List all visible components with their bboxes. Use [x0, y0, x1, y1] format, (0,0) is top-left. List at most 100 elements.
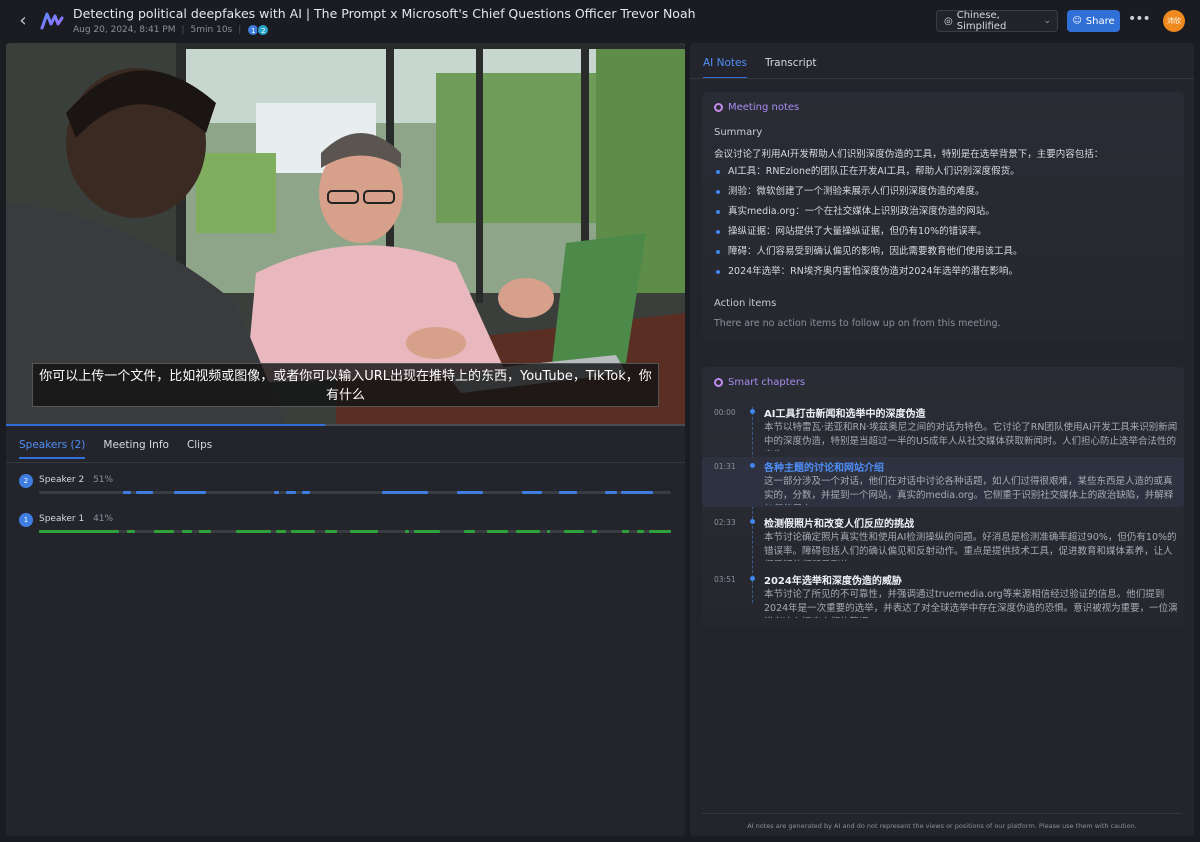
speaker-segment[interactable]: [564, 530, 584, 533]
back-arrow-icon[interactable]: ‹: [14, 11, 32, 31]
speaker-name: Speaker 1 41%: [39, 514, 113, 524]
speaker-segment[interactable]: [592, 530, 597, 533]
ai-disclaimer: AI notes are generated by AI and do not …: [747, 822, 1137, 830]
speaker-row[interactable]: 2 Speaker 2 51%: [19, 474, 674, 504]
speaker-segment[interactable]: [350, 530, 378, 533]
chapters-icon: [714, 378, 723, 387]
summary-title: Summary: [714, 127, 763, 138]
tabs-divider: [6, 462, 685, 463]
speaker-label: Speaker 1: [39, 514, 85, 524]
summary-intro: 会议讨论了利用AI开发帮助人们识别深度伪造的工具，特别是在选举背景下，主要内容包…: [714, 149, 1104, 160]
right-panel: AI Notes Transcript Meeting notes Summar…: [690, 43, 1194, 836]
chapter-description: 这一部分涉及一个对话，他们在对话中讨论各种话题，如人们过得很艰难，某些东西是人造…: [764, 476, 1174, 505]
video-subtitle: 你可以上传一个文件，比如视频或图像，或者你可以输入URL出现在推特上的东西，Yo…: [32, 363, 659, 407]
speaker-segment[interactable]: [154, 530, 174, 533]
speaker-segment[interactable]: [649, 530, 671, 533]
chapter-description: 本节讨论确定照片真实性和使用AI检测操纵的问题。好消息是检测准确率超过90%，但…: [764, 532, 1177, 561]
speaker-segment[interactable]: [621, 491, 653, 494]
chapter-item[interactable]: 02:33 检测假照片和改变人们反应的挑战 本节讨论确定照片真实性和使用AI检测…: [702, 513, 1184, 563]
meeting-notes-title: Meeting notes: [728, 102, 800, 113]
chapter-title: 各种主题的讨论和网站介绍: [764, 463, 884, 474]
speaker-percentage: 51%: [93, 475, 114, 485]
tab-clips[interactable]: Clips: [187, 439, 212, 459]
chapter-title: AI工具打击新闻和选举中的深度伪造: [764, 409, 926, 420]
speaker-segment[interactable]: [236, 530, 271, 533]
speaker-segment[interactable]: [522, 491, 542, 494]
speaker-timeline[interactable]: [39, 491, 671, 494]
share-button[interactable]: ☺ Share: [1067, 10, 1120, 32]
speaker-segment[interactable]: [605, 491, 617, 494]
top-bar: ‹ Detecting political deepfakes with AI …: [0, 0, 1200, 42]
more-icon[interactable]: •••: [1128, 10, 1151, 30]
speaker-segment[interactable]: [414, 530, 440, 533]
speaker-segment[interactable]: [199, 530, 211, 533]
footer-divider: [702, 813, 1182, 814]
speaker-segment[interactable]: [622, 530, 629, 533]
tab-speakers[interactable]: Speakers (2): [19, 439, 86, 459]
summary-bullet: 障碍：人们容易受到确认偏见的影响，因此需要教育他们使用该工具。: [714, 245, 1174, 265]
speaker-segment[interactable]: [274, 491, 279, 494]
meeting-title: Detecting political deepfakes with AI | …: [73, 6, 696, 21]
chapter-time: 03:51: [714, 575, 736, 584]
speaker-segment[interactable]: [405, 530, 409, 533]
speaker-name: Speaker 2 51%: [39, 475, 113, 485]
meeting-date: Aug 20, 2024, 8:41 PM: [73, 25, 176, 35]
speaker-segment[interactable]: [286, 491, 296, 494]
tab-meeting-info[interactable]: Meeting Info: [103, 439, 169, 459]
speaker-segment[interactable]: [487, 530, 508, 533]
speaker-segment[interactable]: [174, 491, 206, 494]
meeting-duration: 5min 10s: [190, 25, 233, 35]
participant-avatar[interactable]: 2: [257, 24, 270, 36]
smart-chapters-title: Smart chapters: [728, 377, 806, 388]
smart-chapters-card: Smart chapters 00:00 AI工具打击新闻和选举中的深度伪造 本…: [702, 367, 1184, 627]
speaker-segment[interactable]: [182, 530, 192, 533]
smart-chapters-header: Smart chapters: [714, 377, 805, 388]
chapter-dot: [750, 409, 755, 414]
speaker-timeline[interactable]: [39, 530, 671, 533]
speaker-segment[interactable]: [127, 530, 135, 533]
tab-transcript[interactable]: Transcript: [765, 57, 817, 79]
tab-ai-notes[interactable]: AI Notes: [703, 57, 747, 79]
speaker-segment[interactable]: [136, 491, 153, 494]
language-value: Chinese, Simplified: [956, 10, 1007, 32]
video-player[interactable]: 你可以上传一个文件，比如视频或图像，或者你可以输入URL出现在推特上的东西，Yo…: [6, 43, 685, 424]
speaker-segment[interactable]: [637, 530, 644, 533]
speaker-segment[interactable]: [382, 491, 428, 494]
speaker-segment[interactable]: [276, 530, 286, 533]
speaker-badge: 2: [19, 474, 33, 488]
tabs-divider: [690, 78, 1194, 79]
speaker-segment[interactable]: [291, 530, 315, 533]
speaker-segment[interactable]: [559, 491, 577, 494]
chapter-dot: [750, 463, 755, 468]
speaker-segment[interactable]: [457, 491, 483, 494]
speaker-label: Speaker 2: [39, 475, 85, 485]
chapter-item[interactable]: 03:51 2024年选举和深度伪造的威胁 本节讨论了所见的不可靠性，并强调通过…: [702, 570, 1184, 620]
speaker-segment[interactable]: [464, 530, 475, 533]
speaker-segment[interactable]: [302, 491, 310, 494]
notes-icon: [714, 103, 723, 112]
share-label: Share: [1085, 15, 1115, 27]
action-items-title: Action items: [714, 298, 777, 309]
speaker-row[interactable]: 1 Speaker 1 41%: [19, 513, 674, 543]
chapter-item[interactable]: 01:31 各种主题的讨论和网站介绍 这一部分涉及一个对话，他们在对话中讨论各种…: [702, 457, 1184, 507]
meeting-notes-header: Meeting notes: [714, 102, 799, 113]
speaker-badge: 1: [19, 513, 33, 527]
speaker-segment[interactable]: [516, 530, 540, 533]
summary-bullet: 真实media.org：一个在社交媒体上识别政治深度伪造的网站。: [714, 205, 1174, 225]
summary-bullets: AI工具：RNEzione的团队正在开发AI工具，帮助人们识别深度假货。 测验：…: [714, 165, 1174, 285]
chapter-dot: [750, 519, 755, 524]
chevron-down-icon: ⌄: [1043, 16, 1051, 26]
speaker-segment[interactable]: [325, 530, 337, 533]
user-avatar[interactable]: 沛欣: [1163, 10, 1185, 32]
language-select[interactable]: ◎ Chinese, Simplified ⌄: [936, 10, 1058, 32]
video-progress-bar[interactable]: [6, 424, 685, 426]
share-icon: ☺: [1072, 16, 1082, 26]
video-progress-fill: [6, 424, 326, 426]
chapter-description: 本节以特雷瓦·诺亚和RN·埃兹奥尼之间的对话为特色。它讨论了RN团队使用AI开发…: [764, 422, 1178, 451]
speaker-segment[interactable]: [123, 491, 131, 494]
summary-bullet: 2024年选举：RN埃齐奥内害怕深度伪造对2024年选举的潜在影响。: [714, 265, 1174, 285]
summary-bullet: AI工具：RNEzione的团队正在开发AI工具，帮助人们识别深度假货。: [714, 165, 1174, 185]
chapter-item[interactable]: 00:00 AI工具打击新闻和选举中的深度伪造 本节以特雷瓦·诺亚和RN·埃兹奥…: [702, 403, 1184, 453]
speaker-segment[interactable]: [547, 530, 550, 533]
speaker-segment[interactable]: [39, 530, 119, 533]
